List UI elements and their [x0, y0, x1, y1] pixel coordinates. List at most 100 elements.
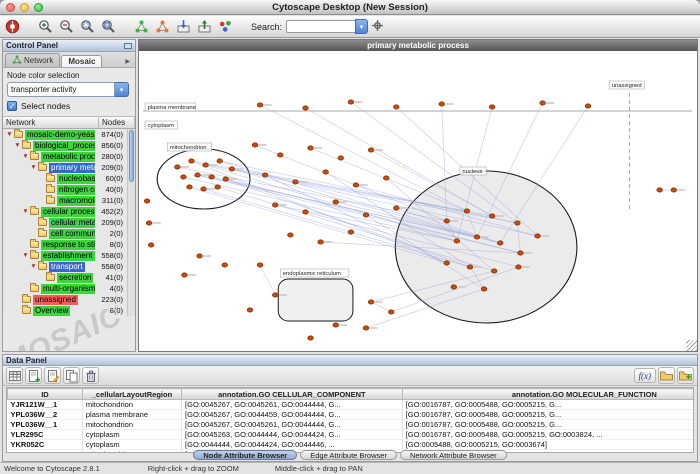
control-panel-header: Control Panel — [3, 40, 135, 52]
tree-row[interactable]: ▼ primary metab... 209(0) — [3, 162, 135, 173]
zoom-in-icon[interactable] — [36, 17, 55, 36]
network-view: primary metabolic process plasma membran… — [138, 39, 698, 352]
expand-triangle-icon[interactable]: ▼ — [21, 252, 30, 259]
tab-node-attribute-browser[interactable]: Node Attribute Browser — [193, 450, 297, 460]
tree-row-label: nucleobase... — [57, 174, 95, 184]
table-cell: YPL036W__2 — [8, 410, 83, 420]
network-canvas[interactable]: plasma membranecytoplasmmitochondrionnuc… — [139, 51, 697, 351]
folder-icon — [46, 186, 55, 193]
zoom-out-icon[interactable] — [57, 17, 76, 36]
search-input[interactable] — [286, 20, 356, 33]
tree-row[interactable]: ▼metabolic process280(0) — [3, 151, 135, 162]
search-options-icon[interactable] — [368, 16, 387, 35]
copy-attribute-icon[interactable] — [63, 367, 80, 384]
select-attributes-icon[interactable] — [6, 367, 23, 384]
status-zoom-hint: Right-click + drag to ZOOM — [148, 464, 239, 473]
node-color-dropdown-value: transporter activity — [7, 82, 115, 97]
tab-edge-attribute-browser[interactable]: Edge Attribute Browser — [300, 450, 397, 460]
table-cell: plasma membrane — [82, 410, 181, 420]
mosaic-watermark: MOSAIC — [3, 309, 135, 351]
tree-row-count: 41(0) — [105, 273, 123, 282]
select-first-neighbors-icon[interactable] — [153, 17, 172, 36]
tree-row[interactable]: ▼cellular process452(2) — [3, 206, 135, 217]
import-attribute-file-icon[interactable] — [677, 367, 694, 384]
show-graphics-details-icon[interactable] — [132, 17, 151, 36]
tab-network[interactable]: Network — [5, 53, 60, 67]
formula-builder-button[interactable]: f(x) — [634, 368, 657, 383]
tree-row[interactable]: response to stimu...8(0) — [3, 239, 135, 250]
network-graph[interactable]: plasma membranecytoplasmmitochondrionnuc… — [139, 51, 697, 351]
table-row[interactable]: YKR052Ccytoplasm[GO:0044444, GO:0044424,… — [8, 440, 695, 450]
tree-row[interactable]: ▼biological_process856(0) — [3, 140, 135, 151]
tree-row-label: unassigned — [33, 295, 78, 305]
tab-mosaic[interactable]: Mosaic — [61, 55, 102, 67]
tab-label: Mosaic — [68, 57, 95, 66]
table-cell: [GO:0016787, GO:0005488, GO:0005215, G..… — [402, 410, 694, 420]
expand-triangle-icon[interactable]: ▼ — [29, 263, 38, 270]
status-bar: Welcome to Cytoscape 2.8.1 Right-click +… — [0, 462, 700, 474]
expand-triangle-icon[interactable]: ▼ — [21, 153, 30, 160]
table-row[interactable]: YJR121W__1mitochondrion[GO:0045267, GO:0… — [8, 400, 695, 410]
zoom-fit-icon[interactable] — [99, 17, 118, 36]
tree-header-nodes[interactable]: Nodes — [99, 117, 135, 128]
vizmapper-icon[interactable] — [216, 17, 235, 36]
expand-triangle-icon[interactable]: ▼ — [5, 131, 14, 138]
expand-triangle-icon[interactable]: ▼ — [13, 142, 22, 149]
tab-network-attribute-browser[interactable]: Network Attribute Browser — [400, 450, 507, 460]
expand-triangle-icon[interactable]: ▼ — [21, 208, 30, 215]
edit-attribute-icon[interactable] — [44, 367, 61, 384]
tree-row[interactable]: multi-organism pr...4(0) — [3, 283, 135, 294]
tree-row-label: primary metab... — [49, 163, 95, 173]
column-header[interactable]: ID — [8, 389, 83, 400]
tree-row[interactable]: ▼transport558(0) — [3, 261, 135, 272]
control-panel: Control Panel NetworkMosaic▶ Node color … — [2, 39, 136, 352]
table-row[interactable]: YPL036W__1mitochondrion[GO:0045267, GO:0… — [8, 420, 695, 430]
column-header[interactable]: annotation.GO MOLECULAR_FUNCTION — [402, 389, 694, 400]
node-color-dropdown[interactable]: transporter activity ▾ — [7, 82, 129, 97]
status-pan-hint: Middle-click + drag to PAN — [275, 464, 363, 473]
search-dropdown-icon[interactable]: ▾ — [355, 19, 368, 34]
tab-scroll-right-icon[interactable]: ▶ — [122, 56, 133, 67]
tree-row-count: 60(0) — [105, 174, 123, 183]
select-nodes-checkbox[interactable]: ✓ — [7, 101, 17, 111]
data-panel-title: Data Panel — [6, 356, 47, 365]
table-cell: YPL036W__1 — [8, 420, 83, 430]
tree-row[interactable]: nucleobase... 60(0) — [3, 173, 135, 184]
select-nodes-row[interactable]: ✓ Select nodes — [7, 101, 131, 111]
tree-row[interactable]: cell communica...2(0) — [3, 228, 135, 239]
delete-attribute-icon[interactable] — [82, 367, 99, 384]
tree-row-label: response to stimu... — [41, 240, 95, 250]
svg-text:plasma membrane: plasma membrane — [148, 105, 196, 111]
tree-row[interactable]: macromolecule...311(0) — [3, 195, 135, 206]
table-row[interactable]: YPL036W__2plasma membrane[GO:0045267, GO… — [8, 410, 695, 420]
tree-header-network[interactable]: Network — [3, 117, 99, 128]
resize-grip-icon[interactable] — [686, 340, 697, 351]
tree-row[interactable]: cellular metabo...209(0) — [3, 217, 135, 228]
tree-row-label: metabolic process — [41, 152, 95, 162]
table-cell: [GO:0016787, GO:0005488, GO:0005215, G..… — [402, 400, 694, 410]
tree-row-count: 209(0) — [101, 163, 123, 172]
column-header[interactable]: annotation.GO CELLULAR_COMPONENT — [182, 389, 403, 400]
tree-row-label: biological_process — [33, 141, 95, 151]
title-bar[interactable]: Cytoscape Desktop (New Session) — [0, 0, 700, 15]
tree-row[interactable]: ▼mosaic-demo-yeast874(0) — [3, 129, 135, 140]
expand-triangle-icon[interactable]: ▼ — [29, 164, 38, 171]
tree-row[interactable]: nitrogen compo...40(0) — [3, 184, 135, 195]
dropdown-arrow-icon[interactable]: ▾ — [115, 82, 129, 97]
column-header[interactable]: _cellularLayoutRegion — [82, 389, 181, 400]
tree-row[interactable]: ▼establishment of l...558(0) — [3, 250, 135, 261]
create-attribute-icon[interactable] — [25, 367, 42, 384]
cytoscape-app-icon[interactable] — [3, 17, 22, 36]
table-cell: mitochondrion — [82, 400, 181, 410]
table-row[interactable]: YLR295Ccytoplasm[GO:0045263, GO:0044444,… — [8, 430, 695, 440]
float-panel-icon[interactable] — [124, 43, 132, 49]
network-tree: ▼mosaic-demo-yeast874(0)▼biological_proc… — [3, 129, 135, 316]
export-network-icon[interactable] — [195, 17, 214, 36]
tab-label: Network — [24, 56, 53, 65]
tree-row[interactable]: unassigned223(0) — [3, 294, 135, 305]
zoom-selected-icon[interactable] — [78, 17, 97, 36]
open-attribute-file-icon[interactable] — [658, 367, 675, 384]
tree-row[interactable]: secretion41(0) — [3, 272, 135, 283]
import-network-icon[interactable] — [174, 17, 193, 36]
search-config-wrap — [368, 16, 387, 37]
